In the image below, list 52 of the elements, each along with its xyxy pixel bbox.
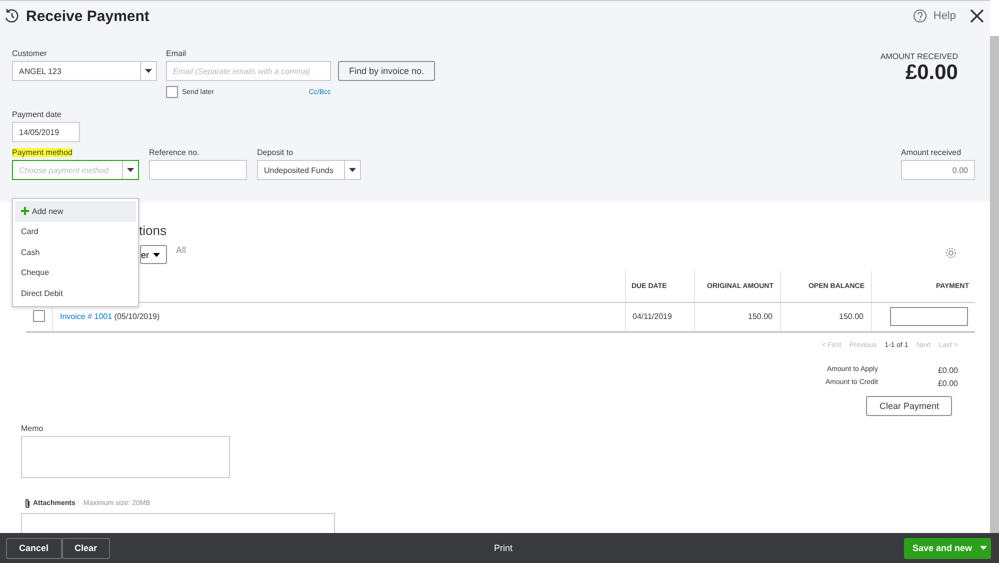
caret-icon	[349, 168, 356, 172]
payment-field[interactable]	[890, 307, 968, 326]
caret-icon	[980, 546, 987, 550]
print-link[interactable]: Print	[494, 543, 513, 553]
field-label: Payment date	[12, 110, 62, 119]
refresh-clock-icon	[4, 8, 20, 24]
menu-option[interactable]: Cheque	[15, 262, 136, 283]
amount-received-field[interactable]: 0.00	[901, 160, 975, 180]
amount-received-total: £0.00	[905, 61, 958, 85]
memo-field[interactable]	[21, 436, 230, 478]
amount-received-label: AMOUNT RECEIVED	[880, 52, 958, 61]
section-heading: tions	[139, 223, 168, 238]
row-checkbox[interactable]	[33, 310, 45, 322]
clear-payment-button[interactable]: Clear Payment	[866, 396, 952, 416]
help-link[interactable]: Help	[933, 10, 956, 22]
field-label: Payment method	[12, 148, 72, 157]
page-title: Receive Payment	[26, 8, 150, 24]
close-icon[interactable]	[970, 9, 984, 23]
menu-option[interactable]: Cash	[15, 242, 136, 262]
field-label: Email	[166, 49, 186, 58]
settings-icon[interactable]	[945, 246, 957, 258]
invoice-date: (05/10/2019)	[114, 312, 160, 322]
field-label: Customer	[12, 49, 47, 58]
table-cell: 04/11/2019	[625, 302, 694, 332]
field-label: Memo	[21, 424, 44, 433]
filter-dropdown[interactable]: er	[140, 245, 168, 264]
paperclip-icon	[24, 498, 31, 509]
help-icon[interactable]	[913, 9, 928, 23]
total-value: £0.00	[936, 379, 958, 388]
total-value: £0.00	[936, 366, 958, 375]
field-label: Amount received	[901, 148, 962, 157]
send-later-checkbox[interactable]	[166, 86, 178, 98]
clear-button[interactable]: Clear	[62, 538, 110, 558]
table-cell: 150.00	[694, 302, 780, 332]
menu-option[interactable]: Add new	[15, 201, 136, 222]
scrollbar[interactable]	[990, 36, 999, 533]
find-by-invoice-button[interactable]: Find by invoice no.	[338, 61, 436, 81]
field-label: Reference no.	[149, 148, 200, 157]
deposit-to-select[interactable]: Undeposited Funds	[257, 160, 361, 180]
payment-date-field[interactable]: 14/05/2019	[12, 122, 80, 142]
table-cell: 150.00	[780, 302, 871, 332]
customer-select[interactable]: ANGEL 123	[12, 61, 157, 81]
menu-option[interactable]: Card	[15, 222, 136, 242]
menu-option[interactable]: Direct Debit	[15, 283, 136, 304]
cancel-button[interactable]: Cancel	[6, 538, 62, 558]
invoice-link[interactable]: Invoice # 1001	[60, 312, 112, 322]
caret-icon	[127, 168, 134, 172]
caret-icon	[145, 69, 152, 73]
field-label: Deposit to	[257, 148, 294, 157]
caret-icon	[153, 252, 160, 256]
plus-icon	[21, 207, 29, 216]
reference-field[interactable]	[149, 160, 247, 180]
